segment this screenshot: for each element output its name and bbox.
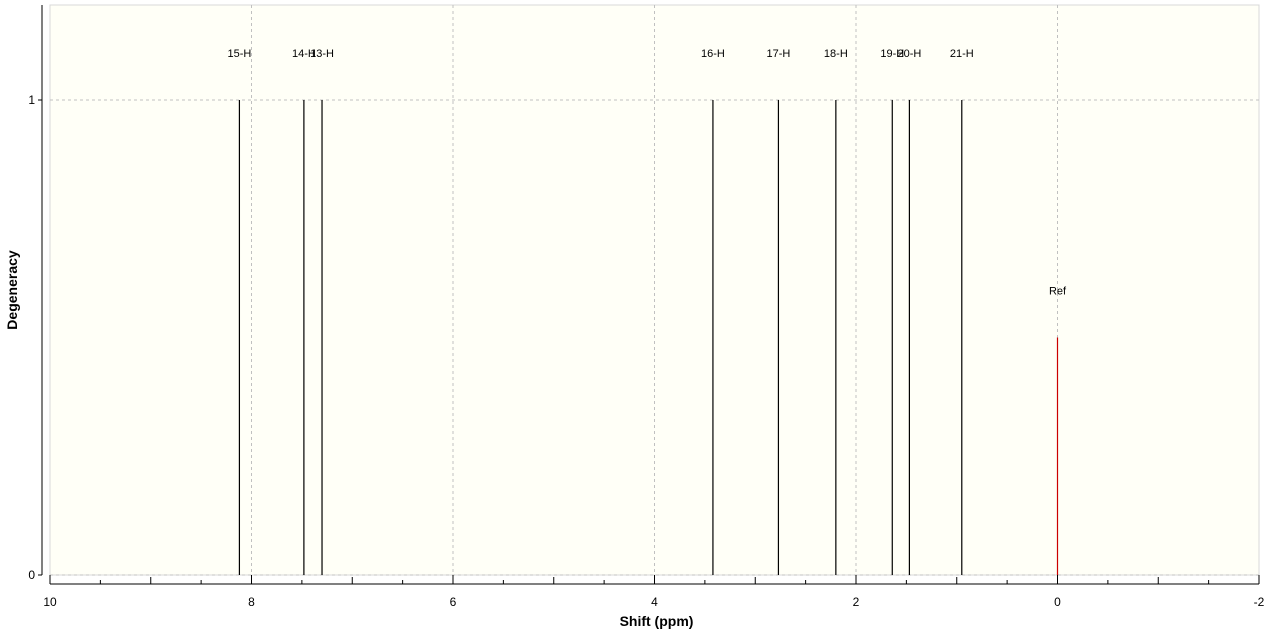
peak-label: 16-H [701,48,725,60]
x-axis-title: Shift (ppm) [620,613,694,629]
y-tick-label: 0 [28,568,35,582]
x-tick-label: 0 [1054,595,1061,609]
x-tick-label: -2 [1254,595,1265,609]
x-tick-label: 4 [651,595,658,609]
peak-label: 18-H [824,48,848,60]
x-tick-label: 8 [248,595,255,609]
x-tick-label: 6 [450,595,457,609]
nmr-spectrum-chart: 0 1 10 8 6 4 2 0 -2 Shift (ppm) Degeneracy 15-H 14-H… [0,0,1270,632]
peak-label: Ref [1049,286,1067,298]
peak-label: 21-H [950,48,974,60]
chart-svg: 0110 8 6 4 2 0 -2Shift (ppm)Degeneracy15-H 14-H… [4,4,1265,629]
y-axis-title: Degeneracy [4,250,20,330]
x-tick-label: 2 [853,595,860,609]
peak-label: 17-H [767,48,791,60]
peak-label: 20-H [897,48,921,60]
peak-label: 15-H [227,48,251,60]
peak-label: 13-H [310,48,334,60]
x-tick-label: 10 [43,595,57,609]
y-tick-label: 1 [28,93,35,107]
